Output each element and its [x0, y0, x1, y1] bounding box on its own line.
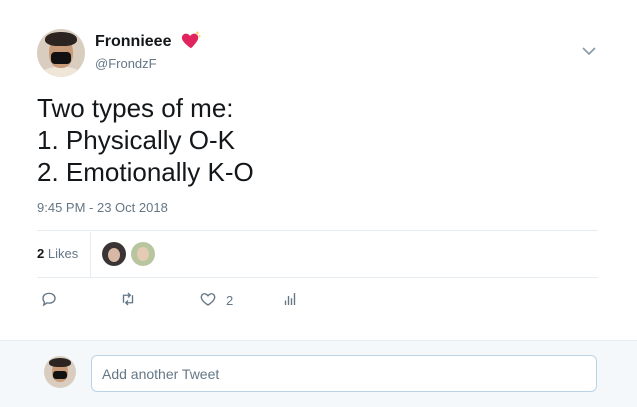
author-avatar[interactable]	[37, 29, 85, 77]
liker-avatar[interactable]	[102, 242, 126, 266]
avatar-mask	[53, 371, 67, 379]
author-name[interactable]: Fronnieee	[95, 33, 171, 51]
divider-bottom	[37, 277, 598, 278]
avatar-mask	[51, 52, 71, 64]
analytics-icon	[284, 293, 296, 305]
add-tweet-input[interactable]: Add another Tweet	[91, 355, 597, 392]
retweet-icon	[122, 292, 134, 306]
reply-button[interactable]	[40, 290, 58, 310]
likes-count: 2	[37, 246, 45, 261]
tweet-timestamp[interactable]: 9:45 PM - 23 Oct 2018	[37, 200, 168, 215]
avatar-hair	[45, 32, 77, 46]
divider-top	[37, 230, 598, 231]
likes-label: Likes	[47, 246, 79, 261]
likes-stat[interactable]: 2 Likes	[37, 246, 78, 261]
likes-separator	[90, 232, 91, 277]
tweet-text: Two types of me: 1. Physically O-K 2. Em…	[37, 93, 254, 187]
tweet-card: Fronnieee @FrondzF Two types of me: 1. P…	[0, 0, 637, 340]
like-button[interactable]	[199, 290, 217, 310]
like-count: 2	[226, 293, 234, 308]
chevron-down-icon[interactable]	[582, 46, 596, 56]
analytics-button[interactable]	[281, 290, 299, 310]
reply-icon	[42, 292, 56, 307]
author-handle[interactable]: @FrondzF	[95, 56, 157, 71]
current-user-avatar	[44, 356, 76, 388]
retweet-button[interactable]	[119, 290, 137, 310]
avatar-shirt	[41, 67, 81, 77]
avatar-hair	[49, 358, 71, 367]
liker-avatar[interactable]	[131, 242, 155, 266]
sparkling-heart-icon	[181, 30, 201, 49]
heart-icon	[200, 293, 216, 306]
